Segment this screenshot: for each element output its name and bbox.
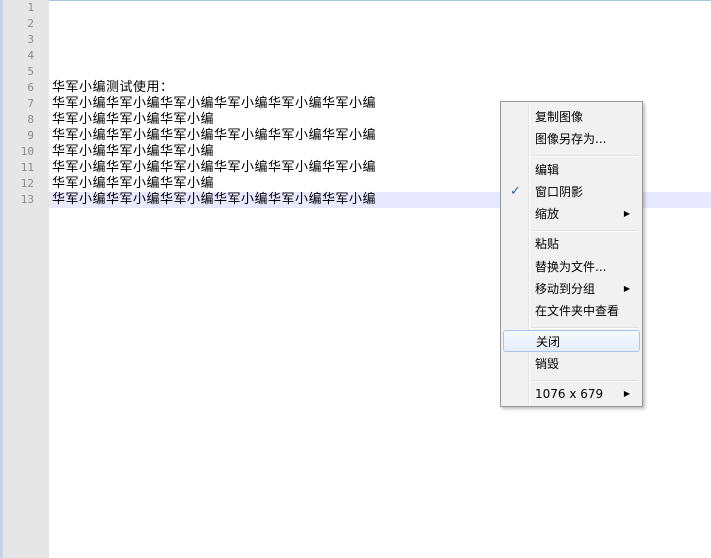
line-number: 10 — [20, 145, 34, 158]
code-line[interactable]: 华军小编华军小编华军小编华军小编华军小编华军小编 — [52, 160, 376, 176]
menu-item-label: 复制图像 — [535, 110, 584, 124]
line-number: 4 — [27, 49, 34, 62]
menu-item-label: 替换为文件... — [535, 260, 607, 274]
code-line[interactable]: 华军小编华军小编华军小编华军小编华军小编华军小编 — [52, 128, 376, 144]
menu-separator — [531, 155, 638, 157]
submenu-arrow-icon: ▶ — [623, 209, 630, 218]
menu-item-label: 1076 x 679 — [535, 387, 604, 401]
menu-item-window-shadow[interactable]: ✓ 窗口阴影 — [503, 181, 640, 203]
line-number: 3 — [27, 33, 34, 46]
menu-item-label: 图像另存为... — [535, 132, 607, 146]
menu-item-replace-with-file[interactable]: 替换为文件... — [503, 256, 640, 278]
line-number: 8 — [27, 113, 34, 126]
menu-item-label: 在文件夹中查看 — [535, 304, 620, 318]
submenu-arrow-icon: ▶ — [623, 284, 630, 293]
line-number: 1 — [27, 1, 34, 14]
menu-item-label: 移动到分组 — [535, 282, 596, 296]
menu-item-zoom[interactable]: 缩放 ▶ — [503, 203, 640, 225]
menu-separator — [531, 327, 638, 329]
code-line[interactable]: 华军小编华军小编华军小编 — [52, 112, 214, 128]
menu-item-dimensions[interactable]: 1076 x 679 ▶ — [503, 383, 640, 405]
line-number: 2 — [27, 17, 34, 30]
submenu-arrow-icon: ▶ — [623, 389, 630, 398]
line-number: 11 — [20, 161, 34, 174]
line-number: 12 — [20, 177, 34, 190]
code-line[interactable]: 华军小编华军小编华军小编 — [52, 144, 214, 160]
line-number: 13 — [20, 193, 34, 206]
window-top-border — [0, 0, 711, 1]
menu-item-view-in-folder[interactable]: 在文件夹中查看 — [503, 300, 640, 322]
menu-item-destroy[interactable]: 销毁 — [503, 353, 640, 375]
menu-item-move-to-group[interactable]: 移动到分组 ▶ — [503, 278, 640, 300]
line-number: 7 — [27, 97, 34, 110]
line-number-gutter: 1 2 3 4 5 6 7 8 9 10 11 12 13 — [3, 0, 49, 558]
checkmark-icon: ✓ — [510, 184, 521, 199]
menu-item-label: 粘贴 — [535, 237, 560, 251]
menu-separator — [531, 230, 638, 232]
code-line[interactable]: 华军小编华军小编华军小编 — [52, 176, 214, 192]
menu-item-label: 缩放 — [535, 207, 560, 221]
menu-item-label: 编辑 — [535, 163, 560, 177]
menu-item-label: 关闭 — [536, 335, 561, 349]
code-line[interactable]: 华军小编华军小编华军小编华军小编华军小编华军小编 — [52, 96, 376, 112]
menu-item-edit[interactable]: 编辑 — [503, 159, 640, 181]
code-line[interactable]: 华军小编华军小编华军小编华军小编华军小编华军小编 — [52, 192, 376, 208]
menu-item-close[interactable]: 关闭 — [503, 330, 640, 352]
line-number: 6 — [27, 81, 34, 94]
context-menu: 复制图像 图像另存为... 编辑 ✓ 窗口阴影 缩放 ▶ 粘贴 替换为文件...… — [500, 101, 643, 407]
menu-item-save-image-as[interactable]: 图像另存为... — [503, 128, 640, 150]
menu-item-label: 销毁 — [535, 357, 560, 371]
menu-item-paste[interactable]: 粘贴 — [503, 233, 640, 255]
menu-item-label: 窗口阴影 — [535, 185, 584, 199]
menu-item-copy-image[interactable]: 复制图像 — [503, 106, 640, 128]
line-number: 9 — [27, 129, 34, 142]
code-line[interactable]: 华军小编测试使用： — [52, 80, 174, 96]
line-number: 5 — [27, 65, 34, 78]
menu-separator — [531, 380, 638, 382]
